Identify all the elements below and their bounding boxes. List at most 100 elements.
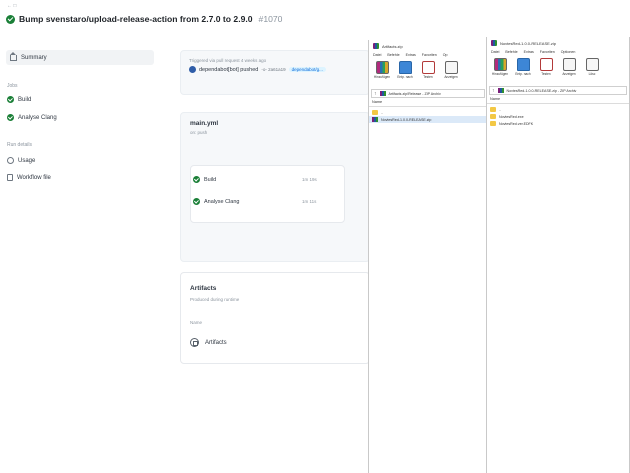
add-button[interactable]: Hinzufügen — [491, 58, 509, 82]
commit-sha[interactable]: -o- 2a61a19 — [261, 67, 285, 72]
run-number: #1070 — [258, 14, 283, 24]
test-icon — [539, 58, 553, 71]
branch-badge[interactable]: dependabot/g... — [288, 67, 326, 72]
job-name: Build — [204, 176, 217, 183]
clock-icon — [7, 157, 14, 164]
sidebar-item-label: Usage — [18, 157, 36, 164]
menu-item[interactable]: Op — [443, 53, 448, 57]
sidebar-section-jobs: Jobs — [7, 83, 18, 89]
add-icon — [493, 58, 507, 71]
menu-item[interactable]: Datei — [491, 50, 499, 54]
test-button[interactable]: Testen — [537, 58, 555, 82]
success-check-icon — [7, 96, 14, 103]
winrar-icon — [373, 43, 379, 49]
delete-button[interactable]: Lösc — [583, 58, 601, 82]
toolbar: Hinzufügen Entp. nach Testen Anzeigen — [369, 61, 487, 85]
trigger-actor[interactable]: dependabot[bot] pushed — [199, 67, 258, 73]
sidebar-item-label: Summary — [21, 54, 47, 61]
view-icon — [562, 58, 576, 71]
extract-button[interactable]: Entp. nach — [396, 61, 414, 85]
sidebar-section-run-details: Run details — [7, 142, 33, 148]
menu-item[interactable]: Befehle — [387, 53, 399, 57]
sidebar-item-workflow-file[interactable]: Workflow file — [7, 174, 51, 181]
success-check-icon — [193, 176, 200, 183]
sidebar-item-build[interactable]: Build — [7, 96, 31, 103]
menu-item[interactable]: Optionen — [561, 50, 576, 54]
artifacts-column-name: Name — [190, 320, 203, 325]
avatar[interactable] — [189, 66, 196, 73]
winrar-icon — [491, 40, 497, 46]
folder-icon — [398, 61, 412, 74]
home-icon — [10, 51, 17, 61]
list-item[interactable]: .. — [487, 106, 629, 113]
folder-icon — [372, 110, 378, 115]
back-link[interactable]: ← □ — [7, 3, 16, 9]
job-build[interactable]: Build — [193, 176, 216, 183]
menu-item[interactable]: Favoriten — [422, 53, 437, 57]
toolbar: Hinzufügen Entp. nach Testen Anzeigen Lö… — [487, 58, 629, 82]
sidebar-item-summary[interactable]: Summary — [6, 50, 154, 65]
archive-window-artifacts: Artifacts.zip Datei Befehle Extras Favor… — [368, 40, 488, 473]
up-arrow-icon[interactable]: ↑ — [492, 88, 495, 94]
list-item[interactable]: NovtesRed.ver.EDFK — [487, 120, 629, 127]
sidebar-item-label: Build — [18, 96, 32, 103]
workflow-trigger: on: push — [190, 130, 208, 135]
list-item[interactable]: NovtesRed-1.0.0-RELEASE.zip — [369, 116, 487, 123]
job-analyse-clang[interactable]: Analyse Clang — [193, 198, 239, 205]
list-item[interactable]: .. — [369, 109, 487, 116]
menu-item[interactable]: Datei — [373, 53, 381, 57]
list-item[interactable]: NovtesRed.exe — [487, 113, 629, 120]
extract-button[interactable]: Entp. nach — [514, 58, 532, 82]
view-button[interactable]: Anzeigen — [560, 58, 578, 82]
test-button[interactable]: Testen — [419, 61, 437, 85]
menu-item[interactable]: Favoriten — [540, 50, 555, 54]
zip-icon — [379, 91, 386, 96]
zip-icon — [497, 88, 504, 93]
artifact-item[interactable]: Artifacts — [190, 338, 227, 347]
column-header-name[interactable]: Name — [487, 97, 629, 104]
page-header: Bump svenstaro/upload-release-action fro… — [6, 14, 282, 24]
menu-bar: Datei Befehle Extras Favoriten Op — [369, 53, 487, 57]
up-arrow-icon[interactable]: ↑ — [374, 91, 377, 97]
page-title: Bump svenstaro/upload-release-action fro… — [19, 14, 253, 24]
trigger-details: dependabot[bot] pushed -o- 2a61a19 depen… — [189, 66, 326, 73]
sidebar-item-label: Analyse Clang — [18, 114, 57, 121]
add-icon — [375, 61, 389, 74]
trigger-label: Triggered via pull request 4 weeks ago — [189, 58, 267, 63]
menu-bar: Datei Befehle Extras Favoriten Optionen — [487, 50, 629, 54]
workflow-name: main.yml — [190, 120, 219, 127]
delete-icon — [585, 58, 599, 71]
view-button[interactable]: Anzeigen — [442, 61, 460, 85]
job-duration: 1m 19s — [302, 177, 317, 182]
artifact-name[interactable]: Artifacts — [205, 340, 227, 346]
zip-icon — [372, 117, 378, 122]
file-list: .. NovtesRed-1.0.0-RELEASE.zip — [369, 109, 487, 123]
view-icon — [444, 61, 458, 74]
test-icon — [421, 61, 435, 74]
job-duration: 1m 11s — [302, 199, 317, 204]
package-icon — [190, 338, 199, 347]
folder-icon — [490, 114, 496, 119]
column-header-name[interactable]: Name — [369, 100, 487, 107]
menu-item[interactable]: Befehle — [505, 50, 517, 54]
path-bar[interactable]: ↑ Artifacts.zip\Release - ZIP Archiv — [371, 89, 485, 98]
archive-window-release: NovtesRed-1.0.0-RELEASE.zip Datei Befehl… — [486, 37, 630, 473]
jobs-card — [190, 165, 345, 223]
window-title: Artifacts.zip — [373, 43, 403, 49]
window-title: NovtesRed-1.0.0-RELEASE.zip — [491, 40, 556, 46]
folder-icon — [490, 107, 496, 112]
artifacts-title: Artifacts — [190, 285, 217, 292]
path-bar[interactable]: ↑ NovtesRed-1.0.0-RELEASE.zip - ZIP Arch… — [489, 86, 627, 95]
folder-icon — [516, 58, 530, 71]
add-button[interactable]: Hinzufügen — [373, 61, 391, 85]
sidebar-item-label: Workflow file — [17, 174, 51, 181]
folder-icon — [490, 121, 496, 126]
sidebar-item-usage[interactable]: Usage — [7, 157, 35, 164]
menu-item[interactable]: Extras — [524, 50, 534, 54]
sidebar-item-analyse-clang[interactable]: Analyse Clang — [7, 114, 57, 121]
file-list: .. NovtesRed.exe NovtesRed.ver.EDFK — [487, 106, 629, 127]
success-check-icon — [193, 198, 200, 205]
menu-item[interactable]: Extras — [406, 53, 416, 57]
success-check-icon — [6, 14, 15, 24]
file-icon — [7, 174, 13, 181]
